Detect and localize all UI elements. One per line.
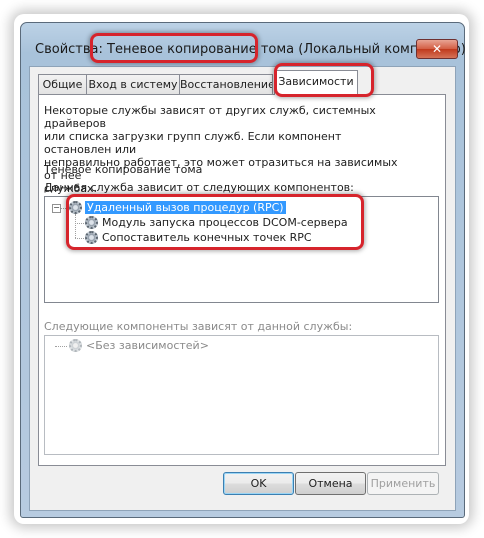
collapse-icon[interactable]: − bbox=[52, 204, 61, 213]
ok-button[interactable]: OK bbox=[223, 472, 294, 495]
service-gear-icon bbox=[85, 231, 98, 244]
tab-general-label: Общие bbox=[42, 78, 83, 91]
service-gear-icon bbox=[69, 201, 82, 214]
tree-node-endpoint-label: Сопоставитель конечных точек RPC bbox=[102, 231, 312, 244]
tree-node-rpc-label: Удаленный вызов процедур (RPC) bbox=[85, 201, 286, 214]
cancel-button[interactable]: Отмена bbox=[295, 472, 366, 495]
tree-node-dcom-launcher[interactable]: Модуль запуска процессов DCOM-сервера bbox=[102, 215, 348, 230]
dependencies-panel: Некоторые службы зависят от других служб… bbox=[38, 94, 446, 466]
properties-dialog: Свойства: Теневое копирование тома (Лока… bbox=[20, 22, 466, 518]
tree-node-dcom-label: Модуль запуска процессов DCOM-сервера bbox=[102, 216, 348, 229]
tree-connector bbox=[75, 238, 84, 239]
service-gear-icon bbox=[85, 216, 98, 229]
tab-recovery[interactable]: Восстановление bbox=[179, 74, 273, 94]
tree-node-rpc[interactable]: Удаленный вызов процедур (RPC) bbox=[85, 200, 286, 215]
tab-recovery-label: Восстановление bbox=[180, 78, 273, 91]
ok-button-label: OK bbox=[250, 477, 267, 490]
tree-connector bbox=[75, 214, 76, 238]
depends-on-label: Данная служба зависит от следующих компо… bbox=[44, 181, 354, 194]
no-dependents-label: <Без зависимостей> bbox=[86, 339, 209, 352]
tab-logon-label: Вход в систему bbox=[88, 78, 178, 91]
dialog-client-area: Общие Вход в систему Восстановление Зави… bbox=[29, 66, 456, 511]
tab-logon[interactable]: Вход в систему bbox=[86, 74, 180, 94]
tree-node-rpc-endpoint-mapper[interactable]: Сопоставитель конечных точек RPC bbox=[102, 230, 312, 245]
tree-connector bbox=[61, 208, 68, 209]
apply-button[interactable]: Применить bbox=[367, 472, 439, 495]
close-icon: ✕ bbox=[431, 42, 443, 56]
close-button[interactable]: ✕ bbox=[416, 39, 458, 59]
cancel-button-label: Отмена bbox=[308, 477, 353, 490]
tab-dependencies[interactable]: Зависимости bbox=[274, 70, 358, 95]
tab-general[interactable]: Общие bbox=[38, 74, 87, 94]
title-bar[interactable]: Свойства: Теневое копирование тома (Лока… bbox=[21, 23, 466, 59]
dependents-label: Следующие компоненты зависят от данной с… bbox=[44, 320, 353, 333]
service-name: Теневое копирование тома bbox=[44, 163, 203, 176]
window-title: Свойства: Теневое копирование тома (Лока… bbox=[35, 42, 466, 57]
service-gear-icon bbox=[69, 339, 82, 352]
dependents-tree[interactable]: <Без зависимостей> bbox=[44, 335, 439, 455]
tree-connector bbox=[75, 223, 84, 224]
apply-button-label: Применить bbox=[370, 477, 436, 490]
depends-on-tree[interactable]: − Удаленный вызов процедур (RPC) Модуль … bbox=[44, 196, 439, 303]
tab-dependencies-label: Зависимости bbox=[278, 75, 354, 88]
tree-connector bbox=[55, 346, 67, 347]
tree-node-no-dependents: <Без зависимостей> bbox=[86, 338, 209, 353]
